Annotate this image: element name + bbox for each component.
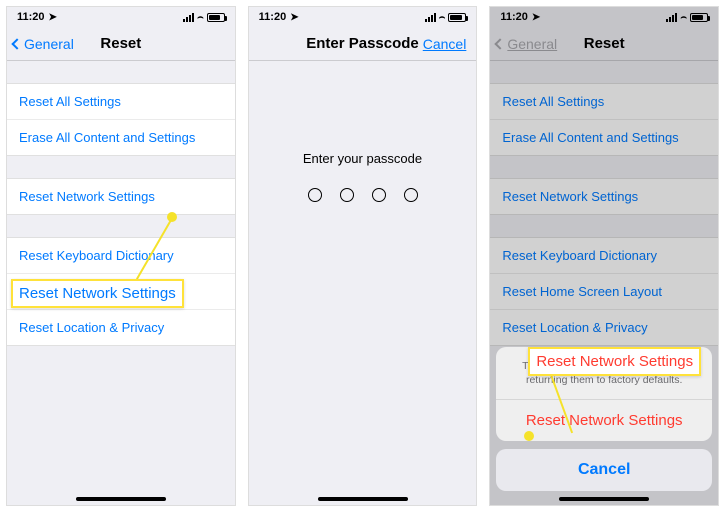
status-bar: 11:20 ➤ ⌢	[490, 7, 718, 27]
wifi-icon: ⌢	[197, 12, 204, 23]
status-bar: 11:20 ➤ ⌢	[249, 7, 477, 27]
home-indicator[interactable]	[559, 497, 649, 501]
passcode-dot	[404, 188, 418, 202]
wifi-icon: ⌢	[680, 12, 687, 23]
page-title: Reset	[584, 35, 625, 52]
reset-all-settings: Reset All Settings	[490, 83, 718, 120]
passcode-dot	[340, 188, 354, 202]
battery-icon	[448, 13, 466, 22]
back-button: General	[496, 27, 557, 60]
cancel-button[interactable]: Cancel	[423, 27, 467, 60]
nav-bar: Enter Passcode Cancel	[249, 27, 477, 61]
chevron-left-icon	[495, 38, 506, 49]
screen-reset-settings: 11:20 ➤ ⌢ General Reset Reset All Settin…	[6, 6, 236, 506]
passcode-prompt: Enter your passcode	[249, 151, 477, 166]
callout-reset-network: Reset Network Settings	[11, 279, 184, 308]
status-time: 11:20	[500, 11, 528, 23]
status-time: 11:20	[17, 11, 45, 23]
passcode-dots[interactable]	[249, 188, 477, 202]
screen-enter-passcode: 11:20 ➤ ⌢ Enter Passcode Cancel Enter yo…	[248, 6, 478, 506]
page-title: Enter Passcode	[306, 35, 419, 52]
signal-icon	[183, 13, 194, 22]
sheet-cancel-button[interactable]: Cancel	[496, 449, 712, 491]
back-label: General	[24, 36, 74, 52]
screen-reset-confirm: 11:20 ➤ ⌢ General Reset Reset All Settin…	[489, 6, 719, 506]
reset-network-settings[interactable]: Reset Network Settings	[7, 178, 235, 215]
reset-network-settings: Reset Network Settings	[490, 178, 718, 215]
back-label: General	[507, 36, 557, 52]
reset-keyboard-dictionary: Reset Keyboard Dictionary	[490, 237, 718, 274]
wifi-icon: ⌢	[439, 12, 446, 23]
status-bar: 11:20 ➤ ⌢	[7, 7, 235, 27]
erase-all-content[interactable]: Erase All Content and Settings	[7, 120, 235, 156]
callout-reset-network: Reset Network Settings	[528, 347, 701, 376]
reset-location-privacy[interactable]: Reset Location & Privacy	[7, 310, 235, 346]
back-button[interactable]: General	[13, 27, 74, 60]
home-indicator[interactable]	[76, 497, 166, 501]
reset-location-privacy: Reset Location & Privacy	[490, 310, 718, 346]
reset-keyboard-dictionary[interactable]: Reset Keyboard Dictionary	[7, 237, 235, 274]
location-icon: ➤	[532, 12, 540, 23]
passcode-dot	[308, 188, 322, 202]
signal-icon	[666, 13, 677, 22]
location-icon: ➤	[290, 12, 298, 23]
passcode-dot	[372, 188, 386, 202]
chevron-left-icon	[11, 38, 22, 49]
nav-bar: General Reset	[7, 27, 235, 61]
page-title: Reset	[100, 35, 141, 52]
location-icon: ➤	[49, 12, 57, 23]
signal-icon	[425, 13, 436, 22]
erase-all-content: Erase All Content and Settings	[490, 120, 718, 156]
reset-all-settings[interactable]: Reset All Settings	[7, 83, 235, 120]
battery-icon	[207, 13, 225, 22]
battery-icon	[690, 13, 708, 22]
home-indicator[interactable]	[318, 497, 408, 501]
reset-home-screen-layout: Reset Home Screen Layout	[490, 274, 718, 310]
status-time: 11:20	[259, 11, 287, 23]
nav-bar: General Reset	[490, 27, 718, 61]
